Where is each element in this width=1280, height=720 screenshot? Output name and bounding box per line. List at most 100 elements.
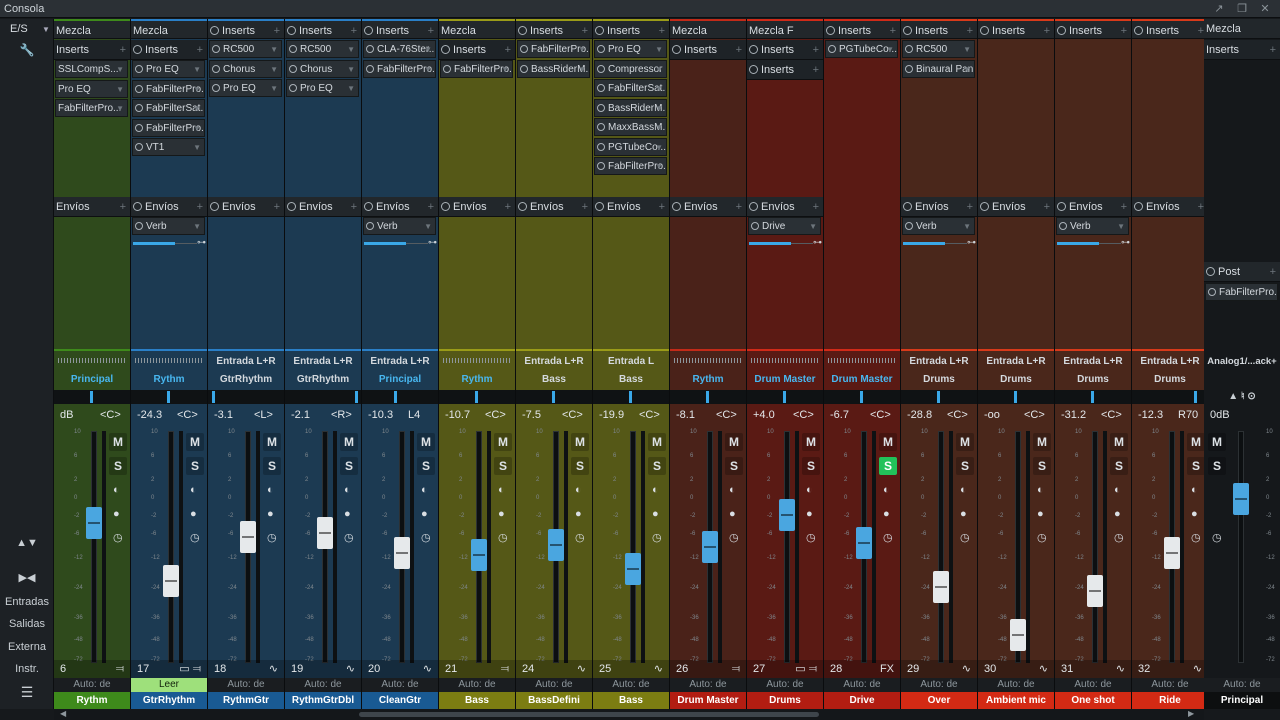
insert-slot[interactable]: VT1 ▼ <box>132 138 205 156</box>
power-icon[interactable] <box>289 84 297 92</box>
pan-value[interactable]: <C> <box>947 407 968 423</box>
power-icon[interactable] <box>903 26 912 35</box>
scroll-left-icon[interactable]: ◀ <box>60 709 66 718</box>
add-post-icon[interactable]: + <box>1270 262 1276 281</box>
channel-name[interactable]: RythmGtrDbl <box>285 692 361 709</box>
insert-slot[interactable]: Pro EQ ▼ <box>286 79 359 97</box>
volume-fader[interactable] <box>779 499 795 531</box>
automation-mode[interactable]: Auto: de <box>362 678 438 692</box>
solo-button[interactable]: S <box>109 457 127 475</box>
add-insert-icon[interactable]: + <box>1270 40 1276 59</box>
volume-fader[interactable] <box>625 553 641 585</box>
pan-value[interactable]: <L> <box>254 407 273 423</box>
dropdown-icon[interactable]: ▼ <box>270 41 278 57</box>
volume-value[interactable]: -24.3 <box>137 407 162 423</box>
dropdown-icon[interactable]: ▼ <box>655 139 663 155</box>
solo-button[interactable]: S <box>648 457 666 475</box>
folder-icon[interactable]: ▭ ⫤ <box>179 660 201 678</box>
sends-header[interactable]: Envíos + <box>978 197 1054 217</box>
power-icon[interactable] <box>597 123 605 131</box>
send-level-slider[interactable]: ⊶ <box>749 235 822 251</box>
audio-channel-icon[interactable]: ∿ <box>654 660 663 678</box>
send-pan-icon[interactable]: ⊶ <box>967 237 976 248</box>
output-selector[interactable]: Rythm <box>131 372 207 388</box>
mute-button[interactable]: M <box>340 433 358 451</box>
inserts-header[interactable]: Inserts + <box>593 19 669 39</box>
dropdown-icon[interactable]: ▼ <box>655 61 663 77</box>
scroll-thumb[interactable] <box>359 712 819 717</box>
power-icon[interactable] <box>212 64 220 73</box>
dropdown-icon[interactable]: ▼ <box>809 218 817 234</box>
automation-icon[interactable]: ◷ <box>1191 531 1201 544</box>
solo-button[interactable]: S <box>340 457 358 475</box>
audio-channel-icon[interactable]: ∿ <box>1193 660 1202 678</box>
scroll-right-icon[interactable]: ▶ <box>1188 709 1194 718</box>
insert-slot[interactable]: PGTubeCo... ▼ <box>825 40 898 58</box>
insert-slot[interactable]: PGTubeCo... ▼ <box>594 137 667 156</box>
power-icon[interactable] <box>1057 26 1066 35</box>
inserts-header[interactable]: Inserts + <box>901 19 977 39</box>
power-icon[interactable] <box>749 65 758 74</box>
dropdown-icon[interactable]: ▼ <box>655 158 663 174</box>
volume-value[interactable]: -6.7 <box>830 407 849 423</box>
channel-name[interactable]: Drum Master <box>670 692 746 709</box>
pan-slider[interactable] <box>516 390 592 404</box>
output-selector[interactable]: Drums <box>901 372 977 388</box>
audio-channel-icon[interactable]: ∿ <box>423 660 432 678</box>
mute-button[interactable]: M <box>1033 433 1051 451</box>
volume-value[interactable]: -12.3 <box>1138 407 1163 423</box>
volume-value[interactable]: -7.5 <box>522 407 541 423</box>
record-icon[interactable]: ● <box>806 508 813 520</box>
record-icon[interactable]: ● <box>190 508 197 520</box>
send-slot[interactable]: Verb ▼ <box>132 217 205 235</box>
pan-value[interactable]: <C> <box>716 407 737 423</box>
sends-header[interactable]: Envíos + <box>285 197 361 217</box>
power-icon[interactable] <box>518 202 527 211</box>
add-insert-icon[interactable]: + <box>890 21 896 38</box>
volume-value[interactable]: -2.1 <box>291 407 310 423</box>
pan-value[interactable]: <R> <box>331 407 352 423</box>
automation-icon[interactable]: ◷ <box>652 531 662 544</box>
volume-fader[interactable] <box>240 521 256 553</box>
output-selector[interactable]: Principal <box>362 372 438 388</box>
dropdown-icon[interactable]: ▼ <box>193 139 201 155</box>
volume-value[interactable]: -19.9 <box>599 407 624 423</box>
monitor-icon[interactable]: ◐ <box>883 484 890 496</box>
monitor-icon[interactable]: ◐ <box>190 484 197 496</box>
insert-slot[interactable]: Pro EQ ▼ <box>55 79 128 98</box>
sends-header[interactable]: Envíos + <box>54 197 130 217</box>
power-icon[interactable] <box>520 64 528 73</box>
pan-value[interactable]: <C> <box>562 407 583 423</box>
input-selector[interactable]: Entrada L+R <box>901 354 977 370</box>
insert-slot[interactable]: RC500 ▼ <box>902 40 975 58</box>
add-insert-icon[interactable]: + <box>1044 21 1050 38</box>
pan-value[interactable]: R70 <box>1178 407 1198 423</box>
dropdown-icon[interactable]: ▼ <box>347 80 355 96</box>
insert-slot[interactable]: FabFilterSat... ▼ <box>594 79 667 97</box>
sends-header[interactable]: Envíos + <box>208 197 284 217</box>
add-insert-icon[interactable]: + <box>274 21 280 38</box>
pan-slider[interactable] <box>824 390 900 404</box>
mute-button[interactable]: M <box>1187 433 1205 451</box>
channel-name[interactable]: Ride <box>1132 692 1208 709</box>
solo-button[interactable]: S <box>571 457 589 475</box>
power-icon[interactable] <box>289 64 297 73</box>
volume-fader[interactable] <box>471 539 487 571</box>
automation-mode[interactable]: Auto: de <box>439 678 515 692</box>
automation-icon[interactable]: ◷ <box>421 531 431 544</box>
input-selector[interactable]: Entrada L+R <box>362 354 438 370</box>
sends-header[interactable]: Envíos + <box>439 197 515 217</box>
channel-name[interactable]: Drive <box>824 692 900 709</box>
mute-button[interactable]: M <box>648 433 666 451</box>
volume-fader[interactable] <box>548 529 564 561</box>
inserts-header[interactable]: Inserts + <box>747 60 823 80</box>
pan-value[interactable]: <C> <box>177 407 198 423</box>
power-icon[interactable] <box>135 84 143 93</box>
power-icon[interactable] <box>749 45 758 54</box>
automation-icon[interactable]: ◷ <box>729 531 739 544</box>
volume-value[interactable]: +4.0 <box>753 407 775 423</box>
automation-mode[interactable]: Auto: de <box>1204 678 1280 692</box>
mute-button[interactable]: M <box>1208 433 1226 451</box>
monitor-icon[interactable]: ◐ <box>498 484 505 496</box>
main-volume-fader[interactable] <box>1233 483 1249 515</box>
